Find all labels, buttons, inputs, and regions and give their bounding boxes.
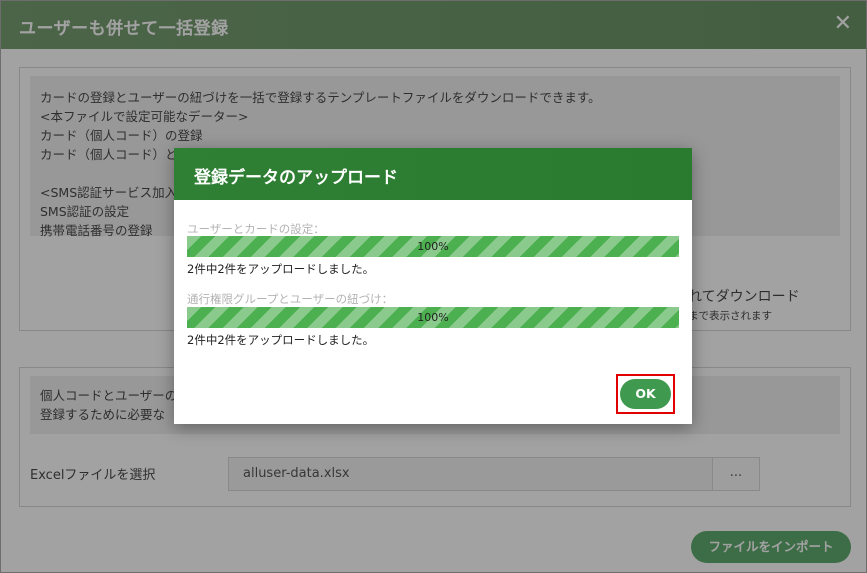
progress-label-user-card: ユーザーとカードの設定： xyxy=(187,222,325,236)
ok-button[interactable]: OK xyxy=(620,379,671,409)
progress-percent: 100% xyxy=(417,240,449,253)
progress-bar-access-group: 100% xyxy=(187,307,679,328)
progress-note-access-group: 2件中2件をアップロードしました。 xyxy=(187,333,375,347)
dialog-title: 登録データのアップロード xyxy=(194,168,398,188)
progress-percent: 100% xyxy=(417,311,449,324)
progress-note-user-card: 2件中2件をアップロードしました。 xyxy=(187,262,375,276)
upload-dialog: 登録データのアップロード ユーザーとカードの設定： 100% 2件中2件をアップ… xyxy=(174,148,692,424)
progress-bar-user-card: 100% xyxy=(187,236,679,257)
progress-label-access-group: 通行権限グループとユーザーの紐づけ： xyxy=(187,292,394,306)
dialog-header: 登録データのアップロード xyxy=(174,148,692,200)
